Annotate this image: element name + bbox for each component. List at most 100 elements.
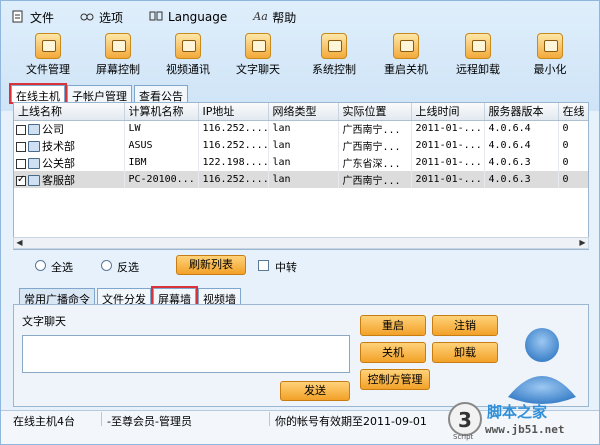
monitor-icon <box>105 33 131 59</box>
host-name-cell: 客服部 <box>14 171 125 188</box>
top-tab-strip: 在线主机 子帐户管理 查看公告 <box>9 83 190 104</box>
broadcast-panel: 文字聊天 发送 重启 注销 关机 卸载 控制方管理 <box>13 304 589 407</box>
column-header[interactable]: 在线 <box>558 103 588 121</box>
tool-label: 系统控制 <box>312 63 356 76</box>
horizontal-scrollbar[interactable]: ◀ ▶ <box>13 237 589 249</box>
online-time-cell: 2011-01-... <box>411 137 485 154</box>
ip-cell: 116.252.... <box>198 171 269 188</box>
tool-text-chat[interactable]: 文字聊天 <box>223 33 293 77</box>
server-version-cell: 4.0.6.3 <box>484 171 559 188</box>
logout-button[interactable]: 注销 <box>432 315 498 336</box>
tool-video-communication[interactable]: 视频通讯 <box>153 33 223 77</box>
host-name-cell: 公关部 <box>14 154 125 171</box>
column-header[interactable]: 实际位置 <box>338 103 412 121</box>
row-checkbox[interactable] <box>16 174 26 186</box>
column-header[interactable]: IP地址 <box>198 103 269 121</box>
computer-name-cell: ASUS <box>124 137 199 154</box>
invert-selection-label: 反选 <box>117 261 139 274</box>
menu-help[interactable]: Aa 帮助 <box>253 9 296 26</box>
location-cell: 广西南宁... <box>338 120 412 137</box>
menu-help-label: 帮助 <box>272 10 297 25</box>
network-type-cell: lan <box>268 120 339 137</box>
jb51-watermark-logo: 3 Script 脚本之家 www.jb51.net <box>445 393 595 443</box>
menu-file[interactable]: 文件 <box>11 9 54 26</box>
shutdown-button[interactable]: 关机 <box>360 342 426 363</box>
computer-name-cell: LW <box>124 120 199 137</box>
tool-label: 文字聊天 <box>236 63 280 76</box>
column-header[interactable]: 上线名称 <box>14 103 125 121</box>
row-checkbox[interactable] <box>16 158 26 169</box>
status-bar: 在线主机4台 -至尊会员-管理员 你的帐号有效期至2011-09-01 3 Sc… <box>1 402 599 444</box>
account-expiry-status: 你的帐号有效期至2011-09-01 <box>275 415 427 428</box>
row-checkbox[interactable] <box>16 124 26 135</box>
online-cell: 0 <box>558 137 588 154</box>
watermark-site-cn: 脚本之家 <box>487 403 547 421</box>
selection-controls: 全选 反选 刷新列表 中转 <box>11 255 591 277</box>
row-checkbox[interactable] <box>16 141 26 152</box>
online-hosts-status: 在线主机4台 <box>13 415 75 428</box>
restart-button[interactable]: 重启 <box>360 315 426 336</box>
ip-cell: 122.198.... <box>198 154 269 171</box>
network-type-cell: lan <box>268 154 339 171</box>
options-icon <box>80 10 94 24</box>
menu-language[interactable]: Language <box>149 10 227 24</box>
tool-label: 屏幕控制 <box>96 63 140 76</box>
table-row[interactable]: 公关部 IBM 122.198.... lan 广东省深... 2011-01-… <box>14 154 588 171</box>
refresh-list-button[interactable]: 刷新列表 <box>176 255 246 275</box>
column-header[interactable]: 服务器版本 <box>484 103 559 121</box>
chat-message-input[interactable] <box>22 335 350 373</box>
table-header-row: 上线名称 计算机名称 IP地址 网络类型 实际位置 上线时间 服务器版本 在线 <box>14 103 588 121</box>
column-header[interactable]: 上线时间 <box>411 103 485 121</box>
tab-online-hosts[interactable]: 在线主机 <box>9 83 67 104</box>
tab-broadcast-commands[interactable]: 常用广播命令 <box>19 288 95 306</box>
minimize-icon <box>537 33 563 59</box>
host-name-cell: 公司 <box>14 120 125 137</box>
relay-checkbox[interactable] <box>258 260 269 271</box>
language-icon <box>149 10 163 24</box>
text-chat-title: 文字聊天 <box>22 315 66 328</box>
host-name: 公司 <box>42 122 64 136</box>
online-time-cell: 2011-01-... <box>411 120 485 137</box>
tab-view-announcements[interactable]: 查看公告 <box>134 85 188 103</box>
svg-text:3: 3 <box>458 408 472 432</box>
send-button[interactable]: 发送 <box>280 381 350 401</box>
menu-options[interactable]: 选项 <box>80 9 123 26</box>
tool-label: 最小化 <box>533 63 567 76</box>
system-icon <box>321 33 347 59</box>
control-management-button[interactable]: 控制方管理 <box>360 369 430 390</box>
tab-video-wall[interactable]: 视频墙 <box>198 288 241 306</box>
tool-restart-shutdown[interactable]: 重启关机 <box>371 33 441 77</box>
tab-screen-wall[interactable]: 屏幕墙 <box>151 286 198 307</box>
relay-label: 中转 <box>275 261 297 274</box>
online-time-cell: 2011-01-... <box>411 154 485 171</box>
tool-file-management[interactable]: 文件管理 <box>13 33 83 77</box>
select-all-radio[interactable] <box>35 260 46 271</box>
scroll-right-icon[interactable]: ▶ <box>577 238 588 248</box>
host-table: 上线名称 计算机名称 IP地址 网络类型 实际位置 上线时间 服务器版本 在线 … <box>14 103 588 188</box>
table-row[interactable]: 技术部 ASUS 116.252.... lan 广西南宁... 2011-01… <box>14 137 588 154</box>
column-header[interactable]: 计算机名称 <box>124 103 199 121</box>
member-status: -至尊会员-管理员 <box>107 415 192 428</box>
tab-file-distribution[interactable]: 文件分发 <box>97 288 151 306</box>
tool-remote-uninstall[interactable]: 远程卸载 <box>443 33 513 77</box>
scroll-left-icon[interactable]: ◀ <box>14 238 25 248</box>
table-row[interactable]: 公司 LW 116.252.... lan 广西南宁... 2011-01-..… <box>14 120 588 137</box>
tool-system-control[interactable]: 系统控制 <box>299 33 369 77</box>
table-row[interactable]: 客服部 PC-20100... 116.252.... lan 广西南宁... … <box>14 171 588 188</box>
computer-name-cell: IBM <box>124 154 199 171</box>
invert-selection-radio[interactable] <box>101 260 112 271</box>
tool-screen-control[interactable]: 屏幕控制 <box>83 33 153 77</box>
tool-label: 远程卸载 <box>456 63 500 76</box>
online-cell: 0 <box>558 171 588 188</box>
host-name: 技术部 <box>42 139 75 153</box>
computer-icon <box>28 141 40 152</box>
watermark-site-url: www.jb51.net <box>485 423 564 436</box>
uninstall-button[interactable]: 卸载 <box>432 342 498 363</box>
watermark-script: Script <box>453 433 474 441</box>
toolbar: 文件管理 屏幕控制 视频通讯 文字聊天 系统控制 重启关机 远程卸载 最小化 <box>1 33 599 83</box>
power-icon <box>393 33 419 59</box>
select-all-label: 全选 <box>51 261 73 274</box>
tool-minimize[interactable]: 最小化 <box>515 33 585 77</box>
tab-subaccount-management[interactable]: 子帐户管理 <box>67 85 132 103</box>
column-header[interactable]: 网络类型 <box>268 103 339 121</box>
